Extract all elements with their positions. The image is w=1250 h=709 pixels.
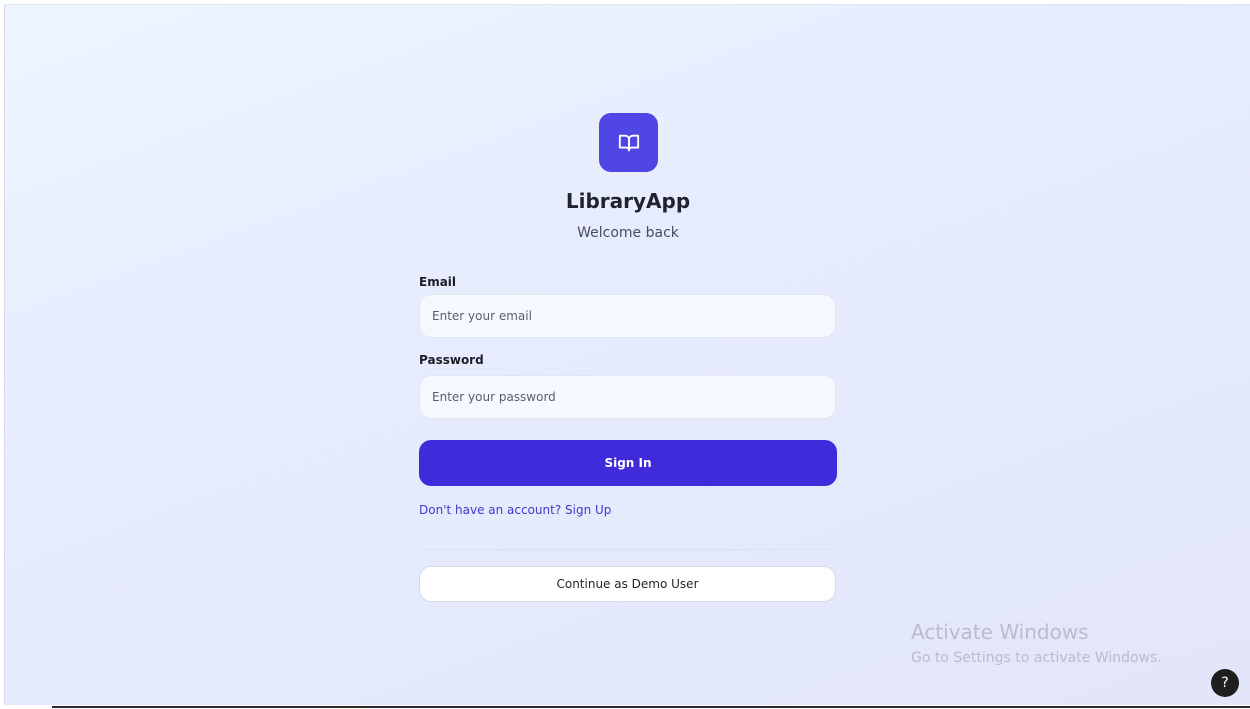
activation-watermark-subtitle: Go to Settings to activate Windows. bbox=[911, 650, 1162, 666]
login-page: LibraryApp Welcome back Email Password S… bbox=[4, 4, 1250, 705]
divider bbox=[419, 549, 836, 550]
taskbar-edge bbox=[52, 706, 1250, 708]
password-field[interactable] bbox=[419, 375, 836, 419]
activation-watermark-title: Activate Windows bbox=[911, 620, 1089, 644]
help-icon: ? bbox=[1221, 675, 1229, 691]
email-field[interactable] bbox=[419, 294, 836, 338]
demo-user-button[interactable]: Continue as Demo User bbox=[419, 566, 836, 602]
app-logo bbox=[599, 113, 658, 172]
password-label: Password bbox=[419, 353, 484, 367]
open-book-icon bbox=[618, 134, 639, 151]
help-button[interactable]: ? bbox=[1211, 669, 1239, 697]
sign-in-button[interactable]: Sign In bbox=[419, 440, 837, 486]
email-label: Email bbox=[419, 275, 457, 289]
sign-up-link[interactable]: Don't have an account? Sign Up bbox=[419, 503, 611, 517]
app-title: LibraryApp bbox=[565, 189, 691, 213]
welcome-subtitle: Welcome back bbox=[577, 225, 679, 241]
